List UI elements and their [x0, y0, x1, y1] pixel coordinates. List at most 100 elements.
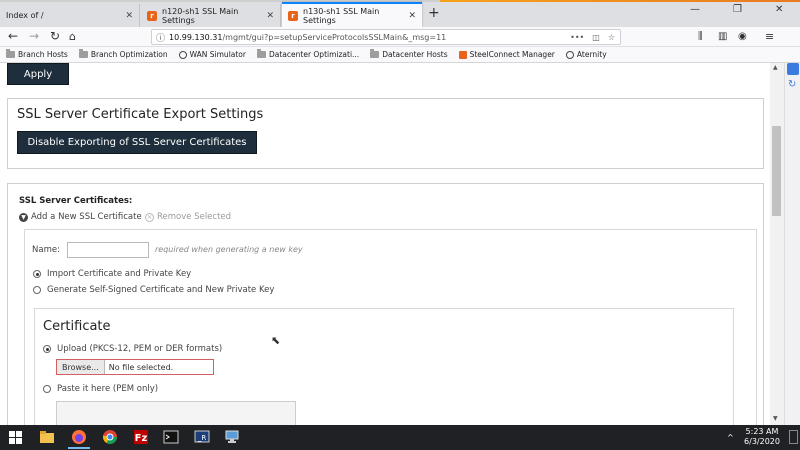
- name-label: Name:: [32, 245, 60, 255]
- folder-icon: [370, 49, 380, 58]
- name-hint: required when generating a new key: [155, 245, 303, 254]
- new-tab-button[interactable]: +: [428, 5, 440, 21]
- maximize-icon[interactable]: ❐: [733, 4, 742, 15]
- sidebar-icon[interactable]: ▥: [718, 30, 727, 43]
- paste-certificate-textarea[interactable]: [56, 401, 296, 425]
- file-upload-field[interactable]: Browse... No file selected.: [56, 359, 214, 375]
- home-icon[interactable]: ⌂: [69, 30, 76, 43]
- scroll-down-icon[interactable]: ▼: [773, 415, 778, 422]
- close-window-icon[interactable]: ✕: [775, 4, 783, 15]
- riverbed-icon: [458, 50, 467, 59]
- page-content: Apply SSL Server Certificate Export Sett…: [0, 63, 770, 425]
- tab-index[interactable]: Index of / ✕: [0, 4, 140, 27]
- svg-text:Fz: Fz: [135, 433, 148, 444]
- back-icon[interactable]: ←: [8, 30, 18, 43]
- menu-icon[interactable]: ≡: [765, 30, 774, 43]
- globe-icon: [565, 50, 574, 59]
- sync-icon[interactable]: ↻: [788, 79, 796, 90]
- import-certificate-label: Import Certificate and Private Key: [47, 269, 192, 279]
- scrollbar-thumb[interactable]: [772, 126, 781, 216]
- add-certificate-link[interactable]: ▼ Add a New SSL Certificate: [19, 212, 142, 222]
- mouse-cursor-icon: ⬉: [271, 334, 281, 347]
- tab-label: n130-sh1 SSL Main Settings: [303, 6, 380, 25]
- add-certificate-form: Name: required when generating a new key…: [24, 229, 757, 425]
- certificate-name-input[interactable]: [67, 242, 149, 258]
- folder-icon: [78, 49, 88, 58]
- scroll-up-icon[interactable]: ▲: [773, 64, 778, 71]
- ssl-certificates-title: SSL Server Certificates:: [19, 196, 133, 206]
- clock-time: 5:23 AM: [745, 427, 779, 436]
- disable-export-button[interactable]: Disable Exporting of SSL Server Certific…: [17, 131, 257, 154]
- remove-icon: ✕: [145, 212, 154, 222]
- generate-certificate-radio[interactable]: [33, 286, 41, 294]
- chrome-icon[interactable]: [102, 429, 118, 445]
- windows-taskbar: Fz _R ^ 5:23 AM 6/3/2020: [0, 425, 800, 450]
- export-settings-title: SSL Server Certificate Export Settings: [17, 107, 264, 122]
- certificate-title: Certificate: [43, 319, 111, 334]
- system-clock[interactable]: 5:23 AM 6/3/2020: [742, 427, 782, 447]
- bookmark-label: WAN Simulator: [189, 50, 246, 59]
- bookmark-star-icon[interactable]: ☆: [608, 33, 615, 42]
- library-icon[interactable]: ⫼: [698, 30, 703, 43]
- close-tab-icon[interactable]: ✕: [125, 11, 133, 21]
- close-tab-icon[interactable]: ✕: [408, 11, 416, 21]
- firefox-icon[interactable]: [68, 429, 90, 449]
- page-actions-icon[interactable]: •••: [570, 33, 584, 42]
- browse-button[interactable]: Browse...: [57, 360, 105, 374]
- bookmark-branch-optimization[interactable]: Branch Optimization: [78, 49, 168, 59]
- tab-label: n120-sh1 SSL Main Settings: [162, 6, 239, 25]
- side-extension-strip: ↻: [784, 63, 800, 425]
- paste-label: Paste it here (PEM only): [57, 384, 159, 394]
- bookmark-branch-hosts[interactable]: Branch Hosts: [6, 49, 68, 59]
- certificate-box: Certificate Upload (PKCS-12, PEM or DER …: [34, 308, 734, 425]
- generate-certificate-label: Generate Self-Signed Certificate and New…: [47, 285, 275, 295]
- navigation-toolbar: ← → ↻ ⌂ ⓘ 10.99.130.31/mgmt/gui?p=setupS…: [0, 27, 800, 47]
- forward-icon[interactable]: →: [29, 30, 39, 43]
- bookmark-aternity[interactable]: Aternity: [565, 50, 607, 59]
- browser-tab-bar: Index of / ✕ r n120-sh1 SSL Main Setting…: [0, 0, 800, 27]
- tab-n120-ssl[interactable]: r n120-sh1 SSL Main Settings ✕: [141, 4, 281, 27]
- svg-text:_R: _R: [197, 434, 207, 442]
- ssl-certificates-panel: SSL Server Certificates: ▼ Add a New SSL…: [7, 183, 764, 425]
- remove-selected-link[interactable]: ✕ Remove Selected: [145, 212, 231, 222]
- pocket-icon[interactable]: ◫: [592, 33, 600, 42]
- filezilla-icon[interactable]: Fz: [133, 429, 149, 445]
- bookmark-wan-simulator[interactable]: WAN Simulator: [178, 50, 246, 59]
- bookmark-steelconnect-manager[interactable]: SteelConnect Manager: [458, 50, 555, 59]
- bookmark-label: SteelConnect Manager: [469, 50, 555, 59]
- reload-icon[interactable]: ↻: [50, 30, 60, 43]
- minimize-icon[interactable]: —: [690, 4, 700, 15]
- page-scrollbar[interactable]: ▲ ▼: [770, 63, 784, 425]
- terminal-icon[interactable]: [163, 429, 179, 445]
- network-computer-icon[interactable]: [224, 429, 240, 445]
- file-explorer-icon[interactable]: [39, 429, 55, 445]
- remote-app-icon[interactable]: _R: [194, 429, 210, 445]
- riverbed-icon: r: [288, 10, 298, 21]
- bookmark-label: Datacenter Hosts: [382, 50, 448, 59]
- apply-button[interactable]: Apply: [7, 63, 69, 85]
- expand-arrow-icon: ▼: [19, 212, 28, 222]
- tab-n130-ssl[interactable]: r n130-sh1 SSL Main Settings ✕: [282, 2, 422, 27]
- bookmark-datacenter-hosts[interactable]: Datacenter Hosts: [370, 49, 448, 59]
- folder-icon: [256, 49, 266, 58]
- close-tab-icon[interactable]: ✕: [266, 11, 274, 21]
- address-bar[interactable]: ⓘ 10.99.130.31/mgmt/gui?p=setupServicePr…: [151, 29, 621, 45]
- bookmark-label: Datacenter Optimizati...: [268, 50, 360, 59]
- import-certificate-radio[interactable]: [33, 270, 41, 278]
- paste-radio[interactable]: [43, 385, 51, 393]
- windows-start-icon[interactable]: [9, 431, 25, 447]
- folder-icon: [6, 49, 15, 58]
- upload-radio[interactable]: [43, 345, 51, 353]
- riverbed-icon: r: [147, 10, 157, 21]
- export-settings-panel: SSL Server Certificate Export Settings D…: [7, 98, 764, 169]
- extension-icon[interactable]: [787, 63, 799, 75]
- bookmark-datacenter-optimization[interactable]: Datacenter Optimizati...: [256, 49, 360, 59]
- bookmarks-toolbar: Branch Hosts Branch Optimization WAN Sim…: [0, 47, 800, 63]
- notification-center-icon[interactable]: [789, 430, 798, 444]
- globe-icon: [178, 50, 187, 59]
- url-path: /mgmt/gui?p=setupServiceProtocolsSSLMain…: [222, 32, 447, 42]
- account-icon[interactable]: ◉: [738, 30, 747, 43]
- notification-chevron-icon[interactable]: ^: [727, 433, 734, 442]
- add-certificate-label: Add a New SSL Certificate: [31, 212, 142, 222]
- clock-date: 6/3/2020: [744, 437, 780, 446]
